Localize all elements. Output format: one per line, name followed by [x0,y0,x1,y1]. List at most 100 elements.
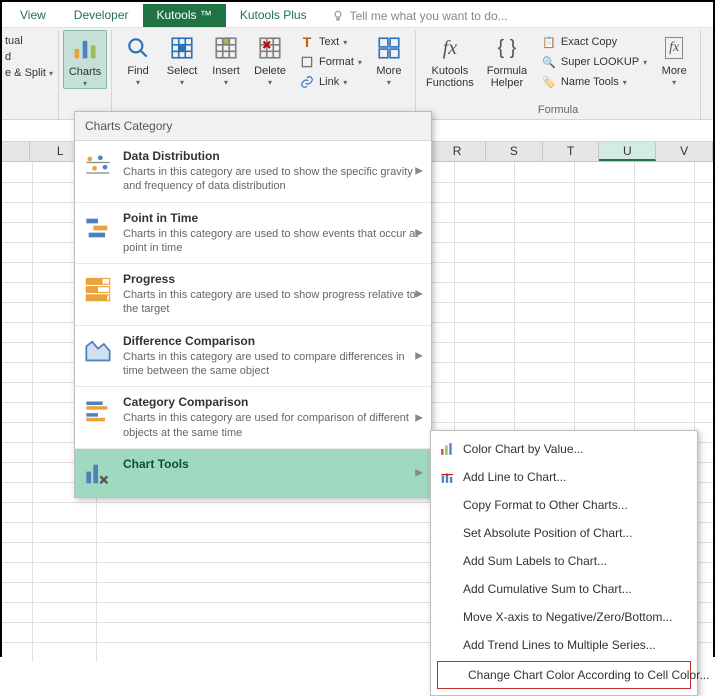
name-tools-button[interactable]: 🏷️Name Tools ▾ [538,72,650,92]
partial-item-1[interactable]: tual [2,33,56,49]
charts-button[interactable]: Charts ▾ [63,30,107,89]
chevron-right-icon: ▶ [415,289,423,300]
delete-label: Delete [254,65,286,77]
dd-title: Chart Tools [123,457,421,471]
formula-helper-label: Formula Helper [487,65,527,89]
charts-category-menu: Charts Category Data DistributionCharts … [74,111,432,498]
format-icon [299,54,315,70]
link-icon [299,74,315,90]
submenu-label: Add Trend Lines to Multiple Series... [463,638,656,652]
fx-icon: fx [435,33,465,63]
chevron-down-icon: ▾ [83,79,87,88]
grid-select-icon [167,33,197,63]
submenu-cumulative-sum[interactable]: Add Cumulative Sum to Chart... [431,575,697,603]
group-label-formula: Formula [420,102,696,119]
menu-category-comparison[interactable]: Category ComparisonCharts in this catego… [75,387,431,449]
tab-developer[interactable]: Developer [60,4,143,27]
find-button[interactable]: Find ▾ [116,30,160,87]
submenu-move-xaxis[interactable]: Move X-axis to Negative/Zero/Bottom... [431,603,697,631]
dd-title: Data Distribution [123,149,421,163]
dd-desc: Charts in this category are used to show… [123,227,421,256]
grid-more-icon [374,33,404,63]
select-button[interactable]: Select ▾ [160,30,204,87]
submenu-add-line[interactable]: Add Line to Chart... [431,463,697,491]
dd-desc: Charts in this category are used to show… [123,165,421,194]
col-U[interactable]: U [599,142,656,161]
submenu-label: Change Chart Color According to Cell Col… [468,668,709,682]
bar-chart-icon [70,34,100,64]
tell-me-search[interactable]: Tell me what you want to do... [321,5,518,27]
submenu-label: Add Line to Chart... [463,470,566,484]
submenu-change-color-by-cell[interactable]: Change Chart Color According to Cell Col… [437,661,691,689]
progress-bars-icon [83,274,113,304]
more2-label: More [662,65,687,77]
link-button[interactable]: Link ▾ [296,72,365,92]
kutools-functions-label: Kutools Functions [426,65,474,89]
submenu-label: Add Cumulative Sum to Chart... [463,582,632,596]
exact-copy-button[interactable]: 📋Exact Copy [538,32,650,52]
menu-point-in-time[interactable]: Point in Time Charts in this category are… [75,203,431,265]
partial-item-2[interactable]: d [2,49,56,65]
more-button-2[interactable]: fx More ▾ [652,30,696,87]
more-button-1[interactable]: More ▾ [367,30,411,87]
dd-desc: Charts in this category are used for com… [123,411,421,440]
submenu-trend-lines[interactable]: Add Trend Lines to Multiple Series... [431,631,697,659]
ribbon-left-partial: tual d e & Split ▾ [2,30,58,119]
chevron-right-icon: ▶ [415,166,423,177]
bars-line-icon [439,469,455,485]
submenu-absolute-position[interactable]: Set Absolute Position of Chart... [431,519,697,547]
braces-icon: { } [492,33,522,63]
fx-more-icon: fx [659,33,689,63]
col-gutter[interactable] [2,142,30,161]
insert-cells-icon [211,33,241,63]
menu-difference-comparison[interactable]: Difference Comparison Charts in this cate… [75,326,431,388]
submenu-label: Copy Format to Other Charts... [463,498,628,512]
lightbulb-icon [331,9,345,23]
text-button[interactable]: TText ▾ [296,32,365,52]
dd-desc: Charts in this category are used to comp… [123,350,421,379]
chevron-right-icon: ▶ [415,227,423,238]
scatter-dots-icon [83,151,113,181]
submenu-copy-format[interactable]: Copy Format to Other Charts... [431,491,697,519]
super-lookup-button[interactable]: 🔍Super LOOKUP ▾ [538,52,650,72]
timeline-icon [83,213,113,243]
bars-colored-icon [439,441,455,457]
dd-title: Point in Time [123,211,421,225]
tab-kutools[interactable]: Kutools ™ [143,4,226,27]
menu-data-distribution[interactable]: Data Distribution Charts in this category… [75,141,431,203]
dd-title: Difference Comparison [123,334,421,348]
submenu-sum-labels[interactable]: Add Sum Labels to Chart... [431,547,697,575]
submenu-color-by-value[interactable]: Color Chart by Value... [431,435,697,463]
col-T[interactable]: T [543,142,600,161]
insert-button[interactable]: Insert ▾ [204,30,248,87]
text-icon: T [299,34,315,50]
ribbon: tual d e & Split ▾ Charts ▾ Find ▾ S [2,28,713,120]
submenu-label: Color Chart by Value... [463,442,584,456]
menu-chart-tools[interactable]: Chart Tools ▶ [75,449,431,497]
tab-view[interactable]: View [6,4,60,27]
delete-button[interactable]: Delete ▾ [248,30,292,87]
dd-title: Progress [123,272,421,286]
partial-item-3[interactable]: e & Split ▾ [2,65,56,81]
chart-tools-icon [83,459,113,489]
area-diff-icon [83,336,113,366]
lookup-icon: 🔍 [541,54,557,70]
kutools-functions-button[interactable]: fx Kutools Functions [420,30,480,89]
col-V[interactable]: V [656,142,713,161]
more1-label: More [376,65,401,77]
tell-me-placeholder: Tell me what you want to do... [350,9,508,23]
select-label: Select [167,65,198,77]
chevron-right-icon: ▶ [415,467,423,478]
dd-desc: Charts in this category are used to show… [123,288,421,317]
find-label: Find [127,65,148,77]
menu-progress[interactable]: Progress Charts in this category are used… [75,264,431,326]
col-R[interactable]: R [429,142,486,161]
col-S[interactable]: S [486,142,543,161]
magnifier-icon [123,33,153,63]
submenu-label: Set Absolute Position of Chart... [463,526,632,540]
tab-kutools-plus[interactable]: Kutools Plus [226,4,321,27]
chevron-right-icon: ▶ [415,412,423,423]
format-button[interactable]: Format ▾ [296,52,365,72]
formula-helper-button[interactable]: { } Formula Helper [480,30,534,89]
grouped-bars-icon [83,397,113,427]
